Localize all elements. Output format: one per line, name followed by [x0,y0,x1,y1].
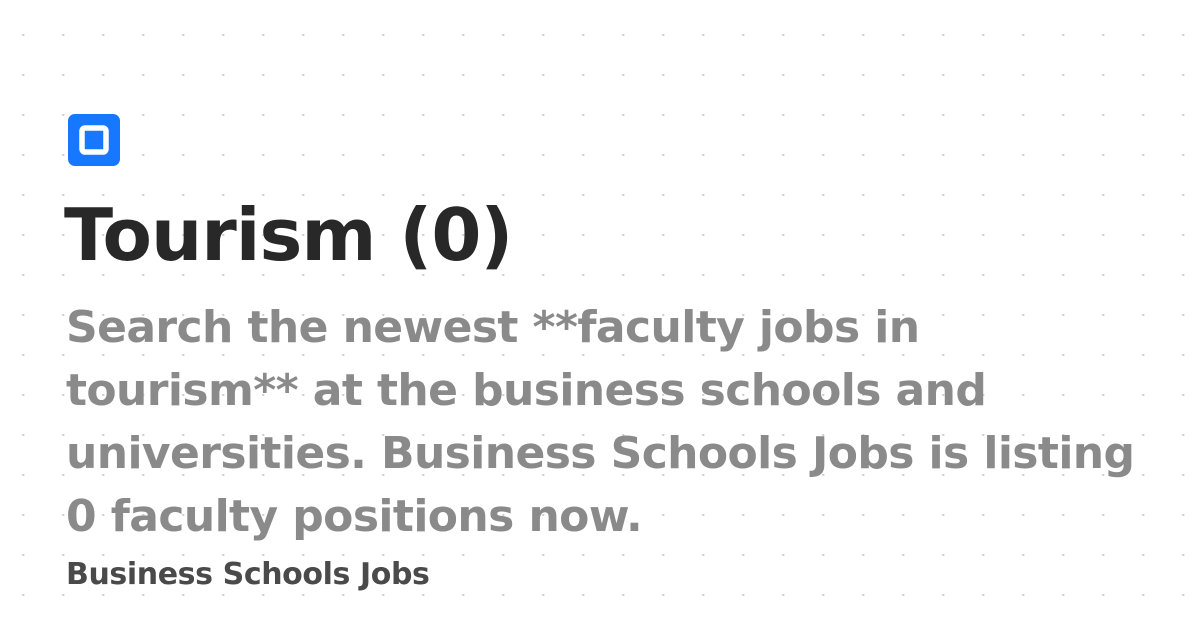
site-logo [68,114,120,166]
square-logo-icon [79,125,109,155]
page-title: Tourism (0) [64,193,513,277]
site-name: Business Schools Jobs [66,557,430,592]
page-description: Search the newest **faculty jobs in tour… [66,302,1135,542]
